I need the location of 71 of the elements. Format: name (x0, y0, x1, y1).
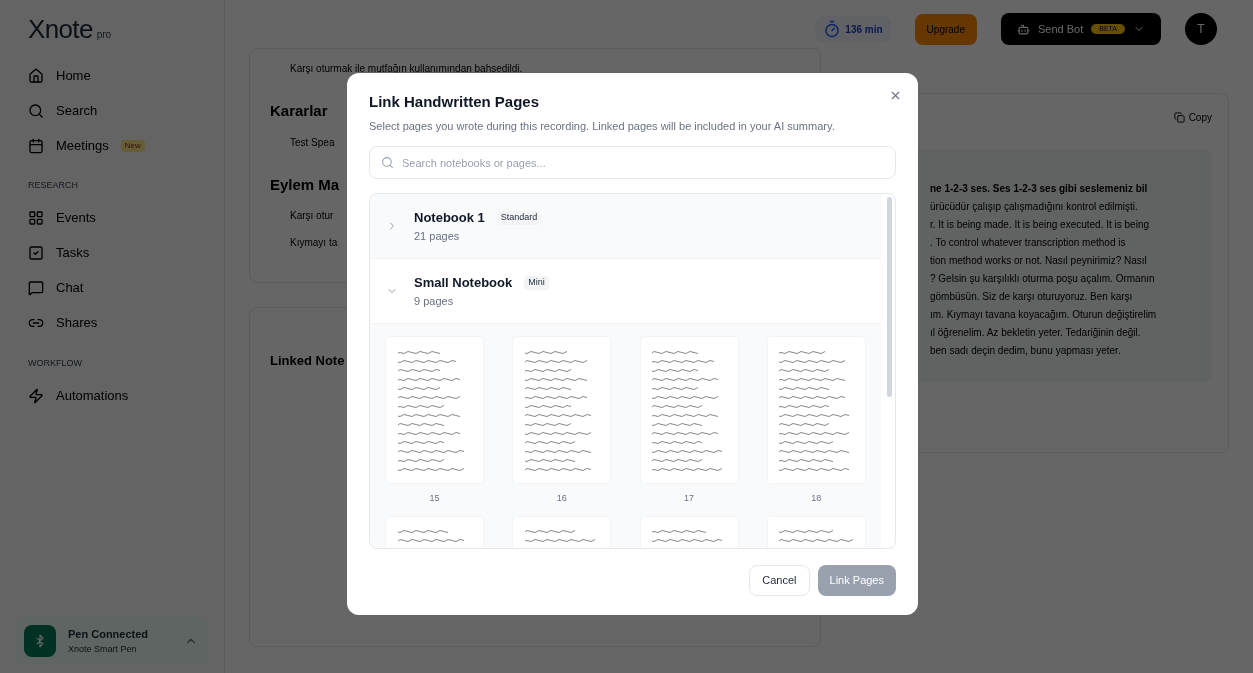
transcript-line: . To control whatever transcription method is (930, 236, 1126, 250)
scrollbar-thumb[interactable] (887, 197, 892, 397)
dialog-subtitle: Select pages you wrote during this recording. Linked pages will be included in your AI summary. (369, 118, 836, 134)
new-badge: New (120, 139, 145, 152)
page-number: 17 (684, 492, 695, 505)
pen-title: Pen Connected (68, 627, 149, 642)
chat-bubble-icon (28, 280, 44, 296)
home-icon (28, 67, 44, 84)
copy-button[interactable]: Copy (1173, 110, 1212, 125)
copy-icon (1173, 112, 1185, 123)
notebook-tag: Standard (496, 211, 542, 225)
sidebar-item[interactable]: Meetings (56, 135, 109, 156)
page-thumbnail[interactable] (385, 336, 485, 484)
pen-status[interactable]: Pen Connected Xnote Smart Pen (16, 617, 208, 665)
page-thumbnail[interactable] (639, 336, 739, 484)
page-thumbnail[interactable] (766, 336, 866, 484)
page-number: 16 (556, 492, 567, 505)
pen-subtitle: Xnote Smart Pen (68, 642, 138, 656)
transcript-line: ürücüdür çalışıp çalışmadığını kontrol edilmişti. (930, 200, 1138, 214)
notebook-name: Notebook 1 (414, 209, 485, 227)
transcript-line: ım. Kıymayı tavana koyacağım. Oturun değiştirelim (930, 308, 1157, 322)
avatar[interactable]: T (1185, 13, 1217, 45)
upgrade-button[interactable]: Upgrade (914, 13, 977, 45)
bullet-text: Karşı oturmak ile mutfağın kullanımından bahsedildi. (290, 62, 523, 76)
bullet-text: Kıymayı ta (290, 236, 338, 250)
page-number: 15 (429, 492, 440, 505)
section-heading: Eylem Ma (270, 174, 340, 195)
sidebar-item[interactable]: Chat (56, 278, 84, 298)
timer-icon (823, 20, 842, 38)
section-heading: Kararlar (270, 101, 328, 121)
sidebar-item[interactable]: Search (56, 100, 98, 121)
notebook-row[interactable]: Notebook 1 Standard 21 pages (370, 194, 881, 259)
bullet-text: Karşı otur (290, 209, 334, 223)
notebook-tag: Mini (524, 276, 549, 290)
bluetooth-icon (24, 625, 56, 657)
minutes-widget[interactable]: 136 min (815, 16, 891, 42)
notebook-name: Small Notebook (414, 274, 513, 292)
transcript-line: tion method works or not. Nasıl peynirimiz? Nasıl (930, 254, 1147, 268)
sidebar-item[interactable]: Shares (56, 313, 98, 333)
transcript-line: gömbüsün. Siz de karşı oturuyoruz. Ben karşı (930, 290, 1133, 304)
page-count: 21 pages (414, 228, 461, 244)
sidebar-item[interactable]: Events (56, 208, 96, 228)
section-label: WORKFLOW (28, 356, 83, 370)
checkbox-icon (28, 245, 44, 261)
cancel-button[interactable]: Cancel (749, 565, 810, 596)
transcript-line: r. It is being made. It is being executed. It is being (930, 218, 1149, 232)
transcript-line: ben sadı deçin dedim, bunu yapması yeter. (930, 344, 1121, 358)
logo-suffix: pro (96, 28, 112, 42)
transcript-line: ıl öğrenelim. Az bekletin yeter. Tedariğinin değil. (930, 326, 1141, 340)
page-thumbnail[interactable] (512, 336, 612, 484)
search-field[interactable]: Search notebooks or pages... (369, 146, 896, 179)
sidebar-item[interactable]: Home (56, 65, 91, 86)
sidebar-item[interactable]: Automations (56, 385, 129, 406)
calendar-icon (28, 137, 44, 154)
search-icon (381, 156, 394, 169)
close-icon[interactable] (889, 89, 902, 102)
transcript-line: ? Gelsin şu karşılıklı oturma poşu açalım. Ormanın (930, 272, 1155, 286)
bullet-text: Test Spea (290, 135, 335, 150)
page-count: 9 pages (414, 293, 455, 309)
dialog-title: Link Handwritten Pages (369, 92, 541, 112)
bolt-icon (28, 387, 44, 404)
logo: Xnote (28, 16, 93, 42)
minutes-label: 136 min (845, 22, 883, 37)
bot-icon (1016, 22, 1030, 36)
search-icon (28, 102, 44, 119)
section-heading: Linked Note (270, 353, 345, 368)
page-number: 18 (811, 492, 822, 505)
transcript-line: ne 1-2-3 ses. Ses 1-2-3 ses gibi seslemeniz bil (930, 182, 1148, 196)
grid-icon (28, 210, 44, 226)
sidebar-item[interactable]: Tasks (56, 243, 90, 263)
section-label: RESEARCH (28, 179, 79, 192)
